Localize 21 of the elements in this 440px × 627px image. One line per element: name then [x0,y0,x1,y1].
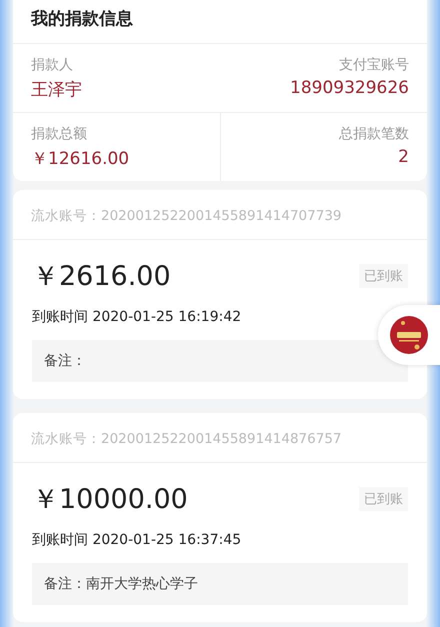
account-number: 18909329626 [290,78,409,98]
amount: ￥2616.00 [32,260,171,294]
donation-count: 2 [398,147,409,167]
donor-name: 王泽宇 [31,79,82,101]
field-label: 捐款总额 [31,125,87,143]
status-badge: 已到账 [359,487,408,511]
serial-number: 流水账号：2020012522001455891414707739 [13,190,427,240]
serial-number: 流水账号：2020012522001455891414876757 [13,413,427,463]
section-title: 我的捐款信息 [13,0,427,44]
status-badge: 已到账 [359,264,408,288]
note-box: 备注：南开大学热心学子 [32,563,408,605]
amount: ￥10000.00 [32,483,188,517]
arrival-time: 到账时间 2020-01-25 16:19:42 [32,308,242,326]
field-label: 总捐款笔数 [339,125,409,143]
field-label: 支付宝账号 [339,56,409,74]
floating-button[interactable] [378,305,440,365]
arrival-time: 到账时间 2020-01-25 16:37:45 [32,531,242,549]
field-label: 捐款人 [31,56,73,74]
total-amount: ￥12616.00 [31,148,130,170]
logo-icon [390,316,428,354]
note-box: 备注： [32,340,408,382]
